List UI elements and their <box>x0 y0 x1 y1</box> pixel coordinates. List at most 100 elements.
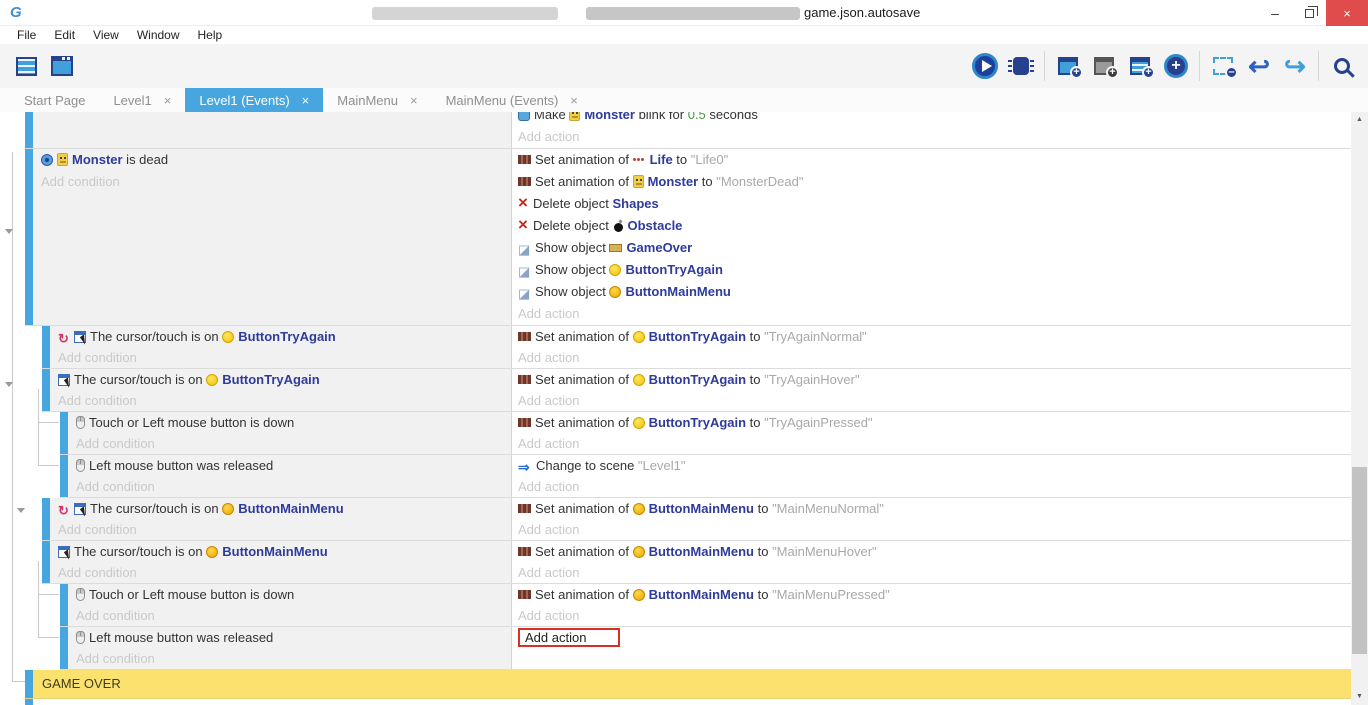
actions-cell[interactable]: Add action <box>512 627 1351 669</box>
actions-cell[interactable]: Set animation of ButtonMainMenu to "Main… <box>512 584 1351 626</box>
conditions-cell[interactable]: The cursor/touch is on ButtonTryAgainAdd… <box>50 369 512 411</box>
event-bar[interactable] <box>25 670 33 698</box>
event-bar[interactable] <box>25 112 33 148</box>
action-row[interactable]: Set animation of ButtonMainMenu to "Main… <box>518 498 1351 519</box>
actions-cell[interactable]: Change to scene "Level1"Add action <box>512 455 1351 497</box>
scene-editor-button[interactable] <box>44 48 80 84</box>
conditions-cell[interactable]: The cursor/touch is on ButtonMainMenuAdd… <box>50 541 512 583</box>
condition-row[interactable]: Left mouse button was released <box>76 455 511 476</box>
conditions-cell[interactable]: Touch or Left mouse button is downAdd co… <box>68 584 512 626</box>
conditions-cell[interactable]: The cursor/touch is on ButtonMainMenuAdd… <box>50 498 512 540</box>
undo-button[interactable]: ↩ <box>1241 48 1277 84</box>
collapse-arrow-icon[interactable] <box>5 382 13 387</box>
add-subevent-button[interactable]: + <box>1086 48 1122 84</box>
add-action[interactable]: Add action <box>518 390 1351 411</box>
action-row[interactable]: Show object ButtonTryAgain <box>518 259 1351 281</box>
event-bar[interactable] <box>60 627 68 669</box>
add-comment-button[interactable]: + <box>1122 48 1158 84</box>
add-action[interactable]: Add action <box>518 126 1351 148</box>
vertical-scrollbar[interactable]: ▲ ▼ <box>1351 112 1368 705</box>
condition-row[interactable]: Touch or Left mouse button is down <box>76 412 511 433</box>
project-manager-button[interactable] <box>8 48 44 84</box>
add-condition[interactable]: Add condition <box>58 390 511 411</box>
add-condition[interactable]: Add condition <box>58 562 511 583</box>
event-bar[interactable] <box>42 369 50 411</box>
delete-selection-button[interactable]: – <box>1205 48 1241 84</box>
menu-help[interactable]: Help <box>189 28 232 42</box>
play-button[interactable] <box>967 48 1003 84</box>
event-bar[interactable] <box>60 455 68 497</box>
tab-close-icon[interactable]: × <box>164 93 172 108</box>
add-condition[interactable]: Add condition <box>58 347 511 368</box>
conditions-cell[interactable]: Touch or Left mouse button is downAdd co… <box>68 412 512 454</box>
close-button[interactable]: × <box>1326 0 1368 26</box>
tab-level1[interactable]: Level1× <box>99 88 185 112</box>
action-row[interactable]: Delete object Shapes <box>518 193 1351 215</box>
conditions-cell[interactable]: Add condition <box>33 112 512 148</box>
condition-row[interactable]: The cursor/touch is on ButtonMainMenu <box>58 498 511 519</box>
add-other-event-button[interactable]: + <box>1158 48 1194 84</box>
collapse-arrow-icon[interactable] <box>17 508 25 513</box>
action-row[interactable]: Set animation of ButtonTryAgain to "TryA… <box>518 412 1351 433</box>
actions-cell[interactable]: Set animation of Life to "Life0"Set anim… <box>512 149 1351 325</box>
conditions-cell[interactable]: Monster is deadAdd condition <box>33 149 512 325</box>
add-condition[interactable]: Add condition <box>58 519 511 540</box>
add-action[interactable]: Add action <box>518 347 1351 368</box>
condition-row[interactable]: The cursor/touch is on ButtonMainMenu <box>58 541 511 562</box>
tab-mainmenu[interactable]: MainMenu× <box>323 88 431 112</box>
menu-edit[interactable]: Edit <box>45 28 84 42</box>
tab-close-icon[interactable]: × <box>570 93 578 108</box>
comment-row[interactable]: GAME OVER <box>25 670 1351 699</box>
action-row[interactable]: Change to scene "Level1" <box>518 455 1351 476</box>
restore-button[interactable] <box>1292 0 1326 26</box>
condition-row[interactable]: The cursor/touch is on ButtonTryAgain <box>58 326 511 347</box>
conditions-cell[interactable]: The cursor/touch is on ButtonTryAgainAdd… <box>50 326 512 368</box>
action-row[interactable]: Set animation of ButtonTryAgain to "TryA… <box>518 369 1351 390</box>
debug-button[interactable] <box>1003 48 1039 84</box>
event-bar[interactable] <box>42 498 50 540</box>
add-action[interactable]: Add action <box>518 476 1351 497</box>
tab-close-icon[interactable]: × <box>410 93 418 108</box>
actions-cell[interactable]: Set animation of ButtonTryAgain to "TryA… <box>512 369 1351 411</box>
search-button[interactable] <box>1324 48 1360 84</box>
add-action-highlighted[interactable]: Add action <box>518 628 620 647</box>
scrollbar-thumb[interactable] <box>1352 467 1367 654</box>
event-bar[interactable] <box>25 149 33 325</box>
conditions-cell[interactable]: Left mouse button was releasedAdd condit… <box>68 455 512 497</box>
action-row[interactable]: Set animation of Life to "Life0" <box>518 149 1351 171</box>
add-action[interactable]: Add action <box>518 519 1351 540</box>
action-row[interactable]: Show object GameOver <box>518 237 1351 259</box>
action-row[interactable]: Set animation of ButtonTryAgain to "TryA… <box>518 326 1351 347</box>
action-row[interactable]: Set animation of ButtonMainMenu to "Main… <box>518 541 1351 562</box>
action-row[interactable]: Set animation of ButtonMainMenu to "Main… <box>518 584 1351 605</box>
add-condition[interactable]: Add condition <box>41 171 511 193</box>
add-condition[interactable]: Add condition <box>41 112 511 117</box>
event-bar[interactable] <box>60 412 68 454</box>
event-bar[interactable] <box>60 584 68 626</box>
minimize-button[interactable]: – <box>1258 0 1292 26</box>
actions-cell[interactable]: Make Monster blink for 0.5 secondsAdd ac… <box>512 112 1351 148</box>
actions-cell[interactable]: Set animation of ButtonTryAgain to "TryA… <box>512 326 1351 368</box>
add-condition[interactable]: Add condition <box>76 476 511 497</box>
tab-close-icon[interactable]: × <box>302 93 310 108</box>
scroll-up-arrow-icon[interactable]: ▲ <box>1351 112 1368 128</box>
tab-mainmenu-events[interactable]: MainMenu (Events)× <box>432 88 592 112</box>
add-action[interactable]: Add action <box>518 303 1351 325</box>
condition-row[interactable]: Touch or Left mouse button is down <box>76 584 511 605</box>
condition-row[interactable]: Left mouse button was released <box>76 627 511 648</box>
scroll-down-arrow-icon[interactable]: ▼ <box>1351 689 1368 705</box>
event-bar[interactable] <box>42 326 50 368</box>
condition-row[interactable]: The cursor/touch is on ButtonTryAgain <box>58 369 511 390</box>
action-row[interactable]: Delete object Obstacle <box>518 215 1351 237</box>
action-row[interactable]: Make Monster blink for 0.5 seconds <box>518 112 1351 126</box>
actions-cell[interactable]: Set animation of ButtonTryAgain to "TryA… <box>512 412 1351 454</box>
add-event-button[interactable]: + <box>1050 48 1086 84</box>
menu-view[interactable]: View <box>84 28 128 42</box>
condition-row[interactable]: Monster is dead <box>41 149 511 171</box>
add-condition[interactable]: Add condition <box>76 433 511 454</box>
actions-cell[interactable]: Set animation of ButtonMainMenu to "Main… <box>512 498 1351 540</box>
add-condition[interactable]: Add condition <box>76 605 511 626</box>
action-row[interactable]: Set animation of Monster to "MonsterDead… <box>518 171 1351 193</box>
menu-window[interactable]: Window <box>128 28 189 42</box>
add-action[interactable]: Add action <box>518 605 1351 626</box>
